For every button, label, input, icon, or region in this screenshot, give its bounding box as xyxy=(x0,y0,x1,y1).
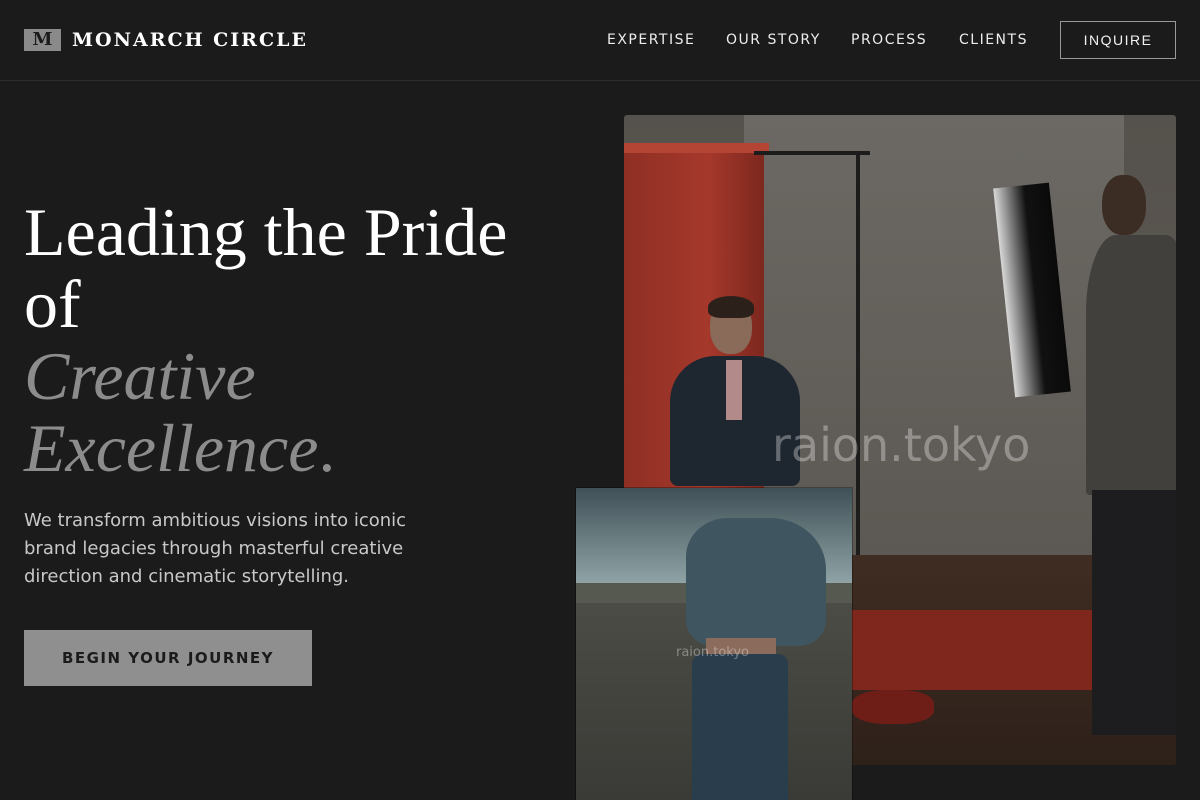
headline-line-2: of xyxy=(24,266,81,342)
headline-accent-2-wrap: Excellence. xyxy=(24,412,584,484)
inquire-button[interactable]: INQUIRE xyxy=(1060,21,1176,59)
headline-accent-1: Creative xyxy=(24,338,256,414)
headline-line-1: Leading the Pride xyxy=(24,194,508,270)
logo-mark[interactable]: M xyxy=(24,29,61,51)
headline-accent-2: Excellence xyxy=(24,410,319,486)
denim-jacket xyxy=(686,518,826,646)
hero-description: We transform ambitious visions into icon… xyxy=(24,510,407,587)
brand-name[interactable]: MONARCH CIRCLE xyxy=(72,28,308,52)
photographer-body xyxy=(1086,235,1176,495)
model-hair xyxy=(708,296,754,318)
denim-jeans xyxy=(692,654,788,800)
photographer xyxy=(1086,175,1176,735)
main-photo-watermark: raion.tokyo xyxy=(772,418,1031,472)
inset-photo-watermark: raion.tokyo xyxy=(676,645,750,660)
nav-link-clients[interactable]: CLIENTS xyxy=(959,31,1028,49)
model-shirt xyxy=(726,360,742,420)
stand-crossbar xyxy=(754,151,870,155)
photographer-head xyxy=(1102,175,1146,235)
red-shoe xyxy=(852,690,934,724)
backdrop-roll xyxy=(624,143,769,153)
site-header: M MONARCH CIRCLE EXPERTISE OUR STORY PRO… xyxy=(0,0,1200,81)
begin-journey-button[interactable]: BEGIN YOUR JOURNEY xyxy=(24,630,312,686)
photographer-legs xyxy=(1092,490,1176,735)
nav-link-our-story[interactable]: OUR STORY xyxy=(726,31,821,49)
light-stand xyxy=(856,153,860,573)
denim-model-photo: raion.tokyo xyxy=(576,488,852,800)
denim-model xyxy=(646,488,826,800)
headline-period: . xyxy=(318,410,336,486)
nav-link-expertise[interactable]: EXPERTISE xyxy=(607,31,695,49)
hero-headline: Leading the Pride of Creative Excellence… xyxy=(24,196,584,484)
nav-link-process[interactable]: PROCESS xyxy=(851,31,927,49)
